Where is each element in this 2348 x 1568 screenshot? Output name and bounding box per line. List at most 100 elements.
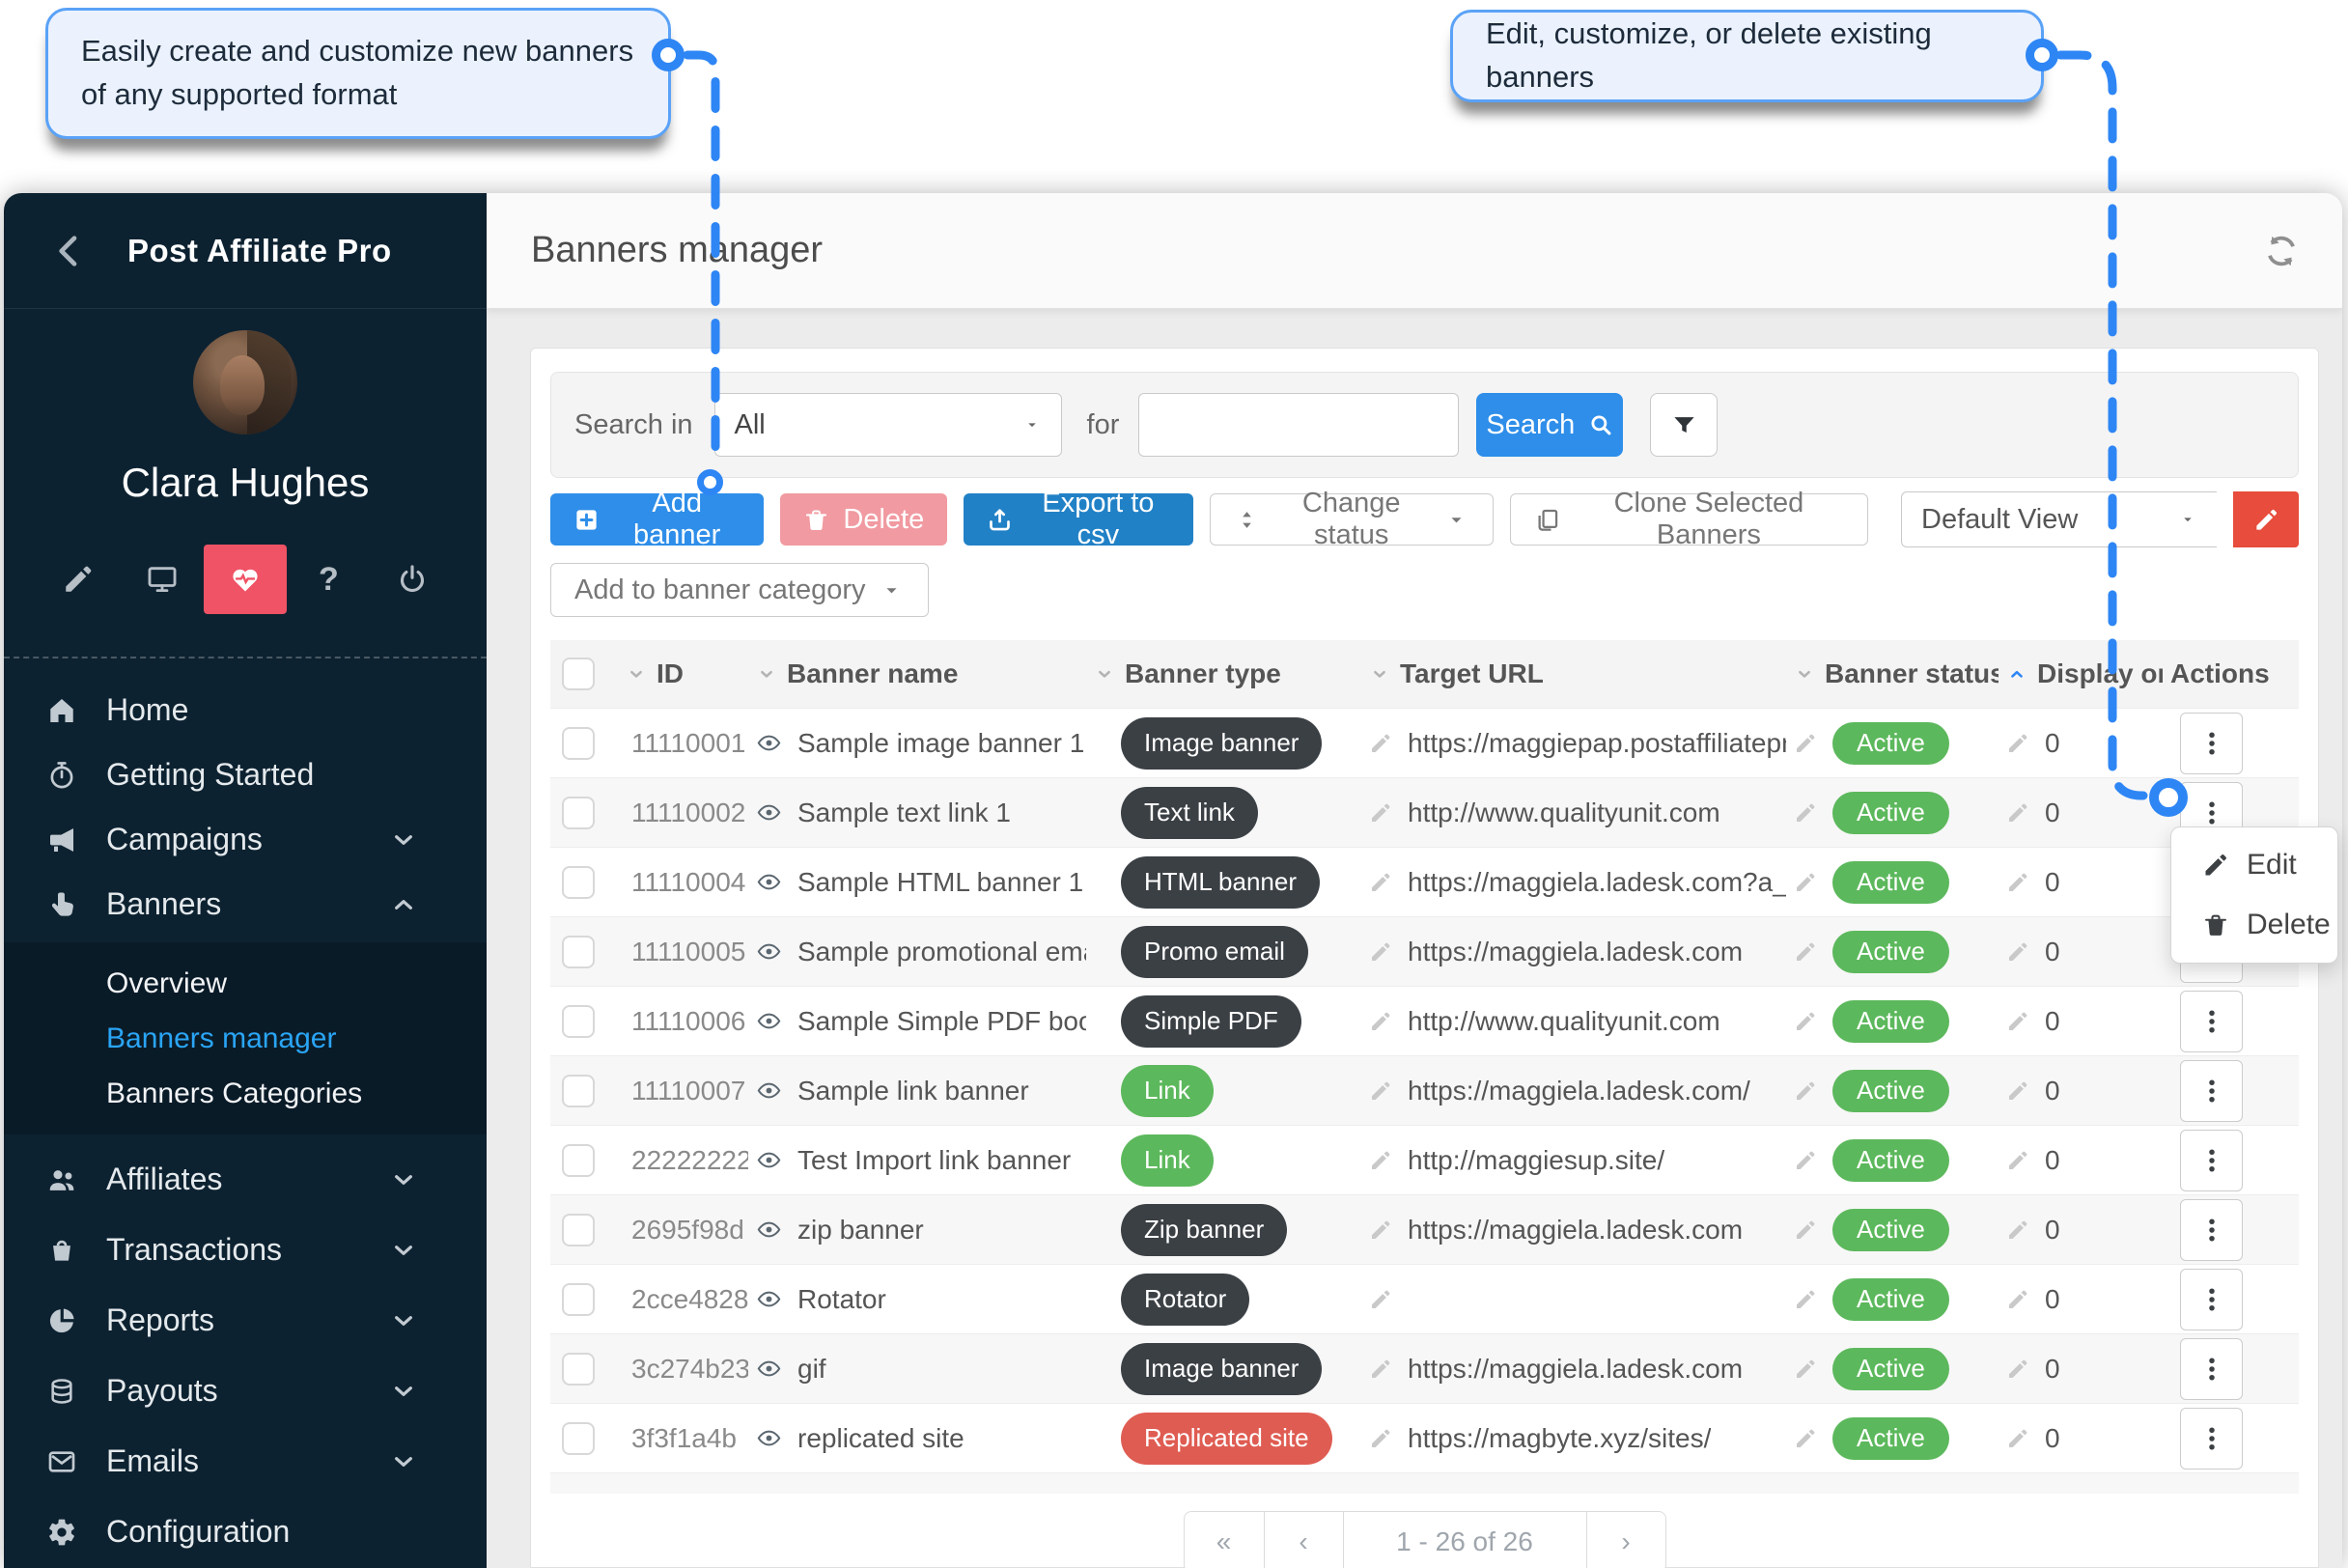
- pagination-first-button[interactable]: «: [1185, 1512, 1264, 1568]
- row-actions-button[interactable]: [2180, 1060, 2243, 1122]
- submenu-item-banners-categories[interactable]: Banners Categories: [4, 1066, 487, 1121]
- pencil-icon[interactable]: [1369, 1358, 1392, 1381]
- row-checkbox[interactable]: [562, 866, 595, 899]
- row-checkbox[interactable]: [562, 1214, 595, 1246]
- sidebar-item-campaigns[interactable]: Campaigns: [4, 807, 487, 872]
- pencil-icon[interactable]: [1369, 1427, 1392, 1450]
- eye-icon[interactable]: [756, 938, 782, 965]
- pencil-icon[interactable]: [2006, 1288, 2029, 1311]
- add-banner-button[interactable]: Add banner: [550, 493, 764, 546]
- sidebar-item-payouts[interactable]: Payouts: [4, 1356, 487, 1426]
- pencil-icon[interactable]: [1369, 1149, 1392, 1172]
- pencil-icon[interactable]: [1794, 1218, 1817, 1242]
- pencil-icon[interactable]: [1794, 940, 1817, 964]
- sidebar-item-transactions[interactable]: Transactions: [4, 1215, 487, 1285]
- filter-button[interactable]: [1650, 393, 1718, 457]
- pencil-icon[interactable]: [1369, 1079, 1392, 1103]
- eye-icon[interactable]: [756, 1008, 782, 1034]
- row-checkbox[interactable]: [562, 1422, 595, 1455]
- change-status-button[interactable]: Change status: [1210, 493, 1494, 546]
- row-checkbox[interactable]: [562, 936, 595, 968]
- pencil-icon[interactable]: [2006, 1358, 2029, 1381]
- pencil-icon[interactable]: [1794, 801, 1817, 825]
- pencil-icon[interactable]: [2006, 801, 2029, 825]
- row-actions-button[interactable]: [2180, 713, 2243, 774]
- question-icon[interactable]: ?: [287, 545, 370, 614]
- row-checkbox[interactable]: [562, 797, 595, 829]
- view-select[interactable]: Default View: [1901, 491, 2217, 547]
- sidebar-item-getting-started[interactable]: Getting Started: [4, 742, 487, 807]
- pagination-prev-button[interactable]: ‹: [1264, 1512, 1343, 1568]
- avatar[interactable]: [193, 330, 297, 434]
- power-icon[interactable]: [371, 545, 454, 614]
- pencil-icon[interactable]: [1794, 732, 1817, 755]
- pencil-icon[interactable]: [2006, 1010, 2029, 1033]
- edit-view-button[interactable]: [2233, 491, 2299, 547]
- pencil-icon[interactable]: [2006, 871, 2029, 894]
- eye-icon[interactable]: [756, 869, 782, 895]
- pencil-icon[interactable]: [1369, 940, 1392, 964]
- row-checkbox[interactable]: [562, 727, 595, 760]
- row-checkbox[interactable]: [562, 1283, 595, 1316]
- eye-icon[interactable]: [756, 1356, 782, 1382]
- pencil-icon[interactable]: [1369, 871, 1392, 894]
- column-header-banner-type[interactable]: Banner type: [1086, 658, 1361, 689]
- pencil-icon[interactable]: [37, 545, 120, 614]
- row-checkbox[interactable]: [562, 1075, 595, 1107]
- sidebar-item-configuration[interactable]: Configuration: [4, 1497, 487, 1567]
- eye-icon[interactable]: [756, 1147, 782, 1173]
- add-to-category-button[interactable]: Add to banner category: [550, 563, 929, 617]
- pencil-icon[interactable]: [2006, 1149, 2029, 1172]
- row-actions-button[interactable]: [2180, 1130, 2243, 1191]
- eye-icon[interactable]: [756, 1078, 782, 1104]
- sidebar-item-affiliates[interactable]: Affiliates: [4, 1144, 487, 1215]
- pencil-icon[interactable]: [2006, 940, 2029, 964]
- row-checkbox[interactable]: [562, 1005, 595, 1038]
- sidebar-item-reports[interactable]: Reports: [4, 1285, 487, 1356]
- eye-icon[interactable]: [756, 1217, 782, 1243]
- pencil-icon[interactable]: [1794, 1079, 1817, 1103]
- select-all-checkbox[interactable]: [562, 658, 595, 690]
- submenu-item-overview[interactable]: Overview: [4, 956, 487, 1011]
- pencil-icon[interactable]: [1794, 1358, 1817, 1381]
- pencil-icon[interactable]: [1369, 1218, 1392, 1242]
- eye-icon[interactable]: [756, 799, 782, 826]
- column-header-target-url[interactable]: Target URL: [1361, 658, 1786, 689]
- pencil-icon[interactable]: [2006, 1218, 2029, 1242]
- pagination-next-button[interactable]: ›: [1586, 1512, 1665, 1568]
- eye-icon[interactable]: [756, 730, 782, 756]
- sidebar-item-emails[interactable]: Emails: [4, 1426, 487, 1497]
- row-actions-button[interactable]: [2180, 991, 2243, 1052]
- search-field-select[interactable]: All: [714, 393, 1062, 457]
- eye-icon[interactable]: [756, 1286, 782, 1312]
- submenu-item-banners-manager[interactable]: Banners manager: [4, 1011, 487, 1066]
- delete-button[interactable]: Delete: [780, 493, 947, 546]
- pencil-icon[interactable]: [1794, 1288, 1817, 1311]
- pencil-icon[interactable]: [1369, 1010, 1392, 1033]
- column-header-display-ord[interactable]: Display ord: [1999, 658, 2163, 689]
- refresh-icon[interactable]: [2263, 233, 2300, 269]
- row-checkbox[interactable]: [562, 1353, 595, 1386]
- pencil-icon[interactable]: [1369, 1288, 1392, 1311]
- pencil-icon[interactable]: [1369, 801, 1392, 825]
- row-actions-button[interactable]: [2180, 1269, 2243, 1330]
- pencil-icon[interactable]: [1794, 1149, 1817, 1172]
- pencil-icon[interactable]: [2006, 1079, 2029, 1103]
- row-actions-button[interactable]: [2180, 1338, 2243, 1400]
- row-actions-button[interactable]: [2180, 1408, 2243, 1470]
- row-checkbox[interactable]: [562, 1144, 595, 1177]
- sidebar-item-banners[interactable]: Banners: [4, 872, 487, 937]
- export-csv-button[interactable]: Export to csv: [964, 493, 1192, 546]
- menu-item-delete[interactable]: Delete: [2171, 895, 2337, 955]
- menu-item-edit[interactable]: Edit: [2171, 835, 2337, 895]
- row-actions-button[interactable]: [2180, 1199, 2243, 1261]
- column-header-banner-name[interactable]: Banner name: [748, 658, 1086, 689]
- monitor-icon[interactable]: [120, 545, 203, 614]
- pencil-icon[interactable]: [1369, 732, 1392, 755]
- heart-pulse-icon[interactable]: [204, 545, 287, 614]
- search-input[interactable]: [1138, 393, 1459, 457]
- search-button[interactable]: Search: [1476, 393, 1623, 457]
- eye-icon[interactable]: [756, 1425, 782, 1451]
- pencil-icon[interactable]: [1794, 1427, 1817, 1450]
- column-header-banner-status[interactable]: Banner status: [1786, 658, 1999, 689]
